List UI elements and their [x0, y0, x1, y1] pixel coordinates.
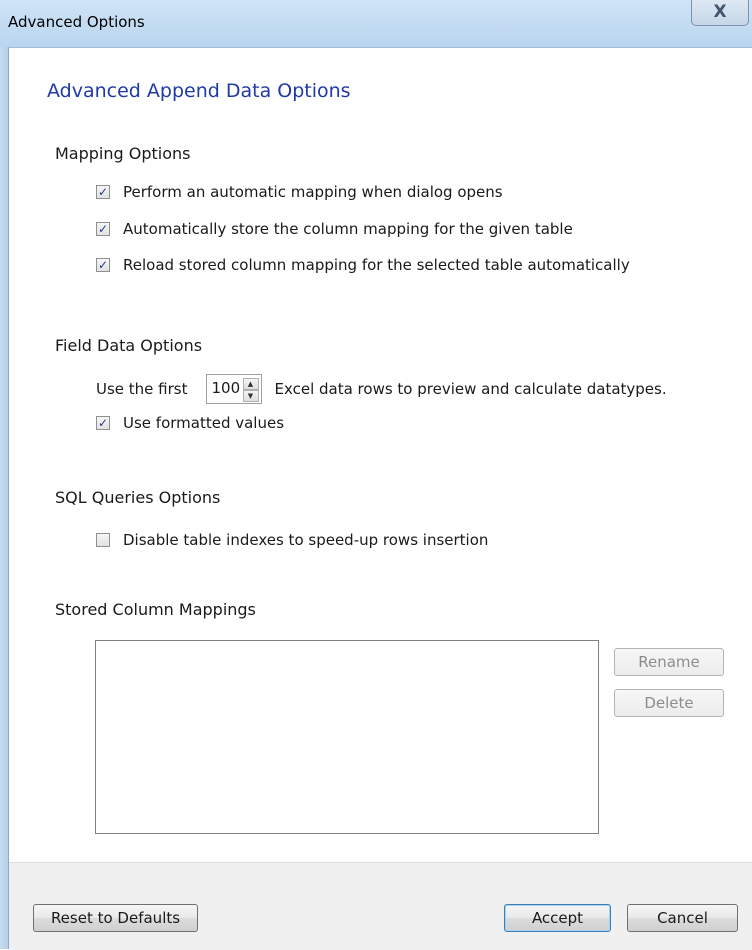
sql-queries-options-title: SQL Queries Options	[55, 488, 221, 507]
reload-mapping-option[interactable]: ✓ Reload stored column mapping for the s…	[96, 256, 630, 274]
mapping-options-title: Mapping Options	[55, 144, 191, 163]
formatted-values-checkbox[interactable]: ✓	[96, 416, 110, 430]
delete-button[interactable]: Delete	[614, 689, 724, 717]
cancel-button[interactable]: Cancel	[627, 904, 738, 932]
disable-indexes-option[interactable]: Disable table indexes to speed-up rows i…	[96, 531, 488, 549]
advanced-options-dialog: Advanced Options X Advanced Append Data …	[0, 0, 752, 950]
check-icon: ✓	[97, 416, 109, 430]
field-data-options-title: Field Data Options	[55, 336, 203, 355]
window-title: Advanced Options	[8, 13, 145, 31]
auto-store-checkbox[interactable]: ✓	[96, 222, 110, 236]
stepper-buttons: ▲ ▼	[242, 378, 259, 402]
stored-mappings-title: Stored Column Mappings	[55, 600, 256, 619]
check-icon: ✓	[97, 185, 109, 199]
title-bar[interactable]: Advanced Options X	[0, 0, 752, 48]
reload-mapping-checkbox[interactable]: ✓	[96, 258, 110, 272]
preview-rows-suffix: Excel data rows to preview and calculate…	[274, 380, 667, 398]
check-icon: ✓	[97, 222, 109, 236]
reload-mapping-label: Reload stored column mapping for the sel…	[123, 256, 630, 274]
rename-button[interactable]: Rename	[614, 648, 724, 676]
spin-up-icon[interactable]: ▲	[242, 378, 259, 390]
auto-mapping-checkbox[interactable]: ✓	[96, 185, 110, 199]
preview-rows-stepper[interactable]: 100 ▲ ▼	[205, 374, 262, 404]
preview-rows-input[interactable]: 100 ▲ ▼	[205, 374, 262, 404]
close-icon: X	[713, 2, 727, 22]
stored-mappings-list[interactable]	[95, 640, 599, 834]
auto-store-label: Automatically store the column mapping f…	[123, 220, 573, 238]
disable-indexes-checkbox[interactable]	[96, 533, 110, 547]
preview-rows-row: Use the first 100 ▲ ▼ Excel data rows to…	[96, 374, 667, 404]
reset-to-defaults-button[interactable]: Reset to Defaults	[33, 904, 198, 932]
preview-rows-value: 100	[211, 379, 241, 397]
accept-button[interactable]: Accept	[504, 904, 611, 932]
auto-mapping-option[interactable]: ✓ Perform an automatic mapping when dial…	[96, 183, 503, 201]
formatted-values-label: Use formatted values	[123, 414, 285, 432]
disable-indexes-label: Disable table indexes to speed-up rows i…	[123, 531, 489, 549]
close-button[interactable]: X	[691, 0, 749, 26]
check-icon: ✓	[97, 258, 109, 272]
preview-rows-prefix: Use the first	[96, 380, 188, 398]
dialog-heading: Advanced Append Data Options	[47, 80, 351, 102]
auto-mapping-label: Perform an automatic mapping when dialog…	[123, 183, 503, 201]
spin-down-icon[interactable]: ▼	[242, 390, 259, 402]
auto-store-option[interactable]: ✓ Automatically store the column mapping…	[96, 220, 573, 238]
window-frame-left	[0, 47, 9, 949]
formatted-values-option[interactable]: ✓ Use formatted values	[96, 414, 284, 432]
